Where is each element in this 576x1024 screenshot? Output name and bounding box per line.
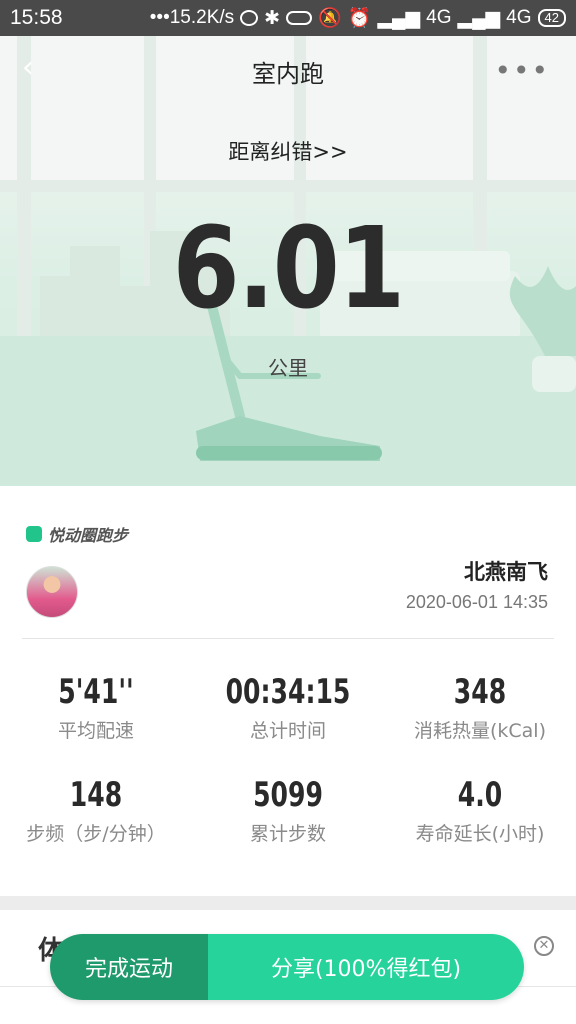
status-time: 15:58 <box>10 6 63 29</box>
stat-label: 累计步数 <box>249 823 326 845</box>
nav-bar: ‹ 室内跑 ••• <box>0 36 576 100</box>
stat-steps: 5099 累计步数 <box>192 775 384 846</box>
stat-value: 348 <box>453 672 507 712</box>
stat-cadence: 148 步频（步/分钟） <box>0 775 192 846</box>
stat-value: 148 <box>69 775 123 815</box>
signal-label-1: 4G <box>426 7 452 28</box>
signal-icon: ▂▄▆ <box>377 7 421 29</box>
summary-card: 悦动圈跑步 北燕南飞 2020-06-01 14:35 5'41'' 平均配速 … <box>0 486 576 896</box>
stat-avg-pace: 5'41'' 平均配速 <box>0 672 192 743</box>
brand-icon <box>26 526 42 542</box>
stat-value: 4.0 <box>457 775 503 815</box>
stat-value: 00:34:15 <box>225 672 351 712</box>
stat-label: 消耗热量(kCal) <box>413 720 547 742</box>
distance-value: 6.01 <box>172 204 405 334</box>
page-title: 室内跑 <box>252 60 324 88</box>
network-speed: •••15.2K/s <box>149 7 235 28</box>
brand-name: 悦动圈跑步 <box>48 526 129 545</box>
stat-value: 5'41'' <box>58 672 134 712</box>
avatar[interactable] <box>26 566 78 618</box>
workout-datetime: 2020-06-01 14:35 <box>405 592 548 612</box>
distance-unit: 公里 <box>268 356 308 380</box>
signal-label-2: 4G <box>506 7 532 28</box>
action-bar: 完成运动 分享(100%得红包) <box>50 934 524 1000</box>
battery-icon: 42 <box>537 9 566 27</box>
stat-value: 5099 <box>253 775 323 815</box>
more-dots-icon[interactable]: ••• <box>494 54 550 87</box>
stat-label: 总计时间 <box>249 720 326 742</box>
divider <box>22 638 554 639</box>
stat-life-extension: 4.0 寿命延长(小时) <box>384 775 576 846</box>
status-bar: 15:58 •••15.2K/s ✱ 🔕 ⏰ ▂▄▆ 4G ▂▄▆ 4G 42 <box>0 0 576 36</box>
hero-banner: ‹ 室内跑 ••• 距离纠错>> 6.01 公里 <box>0 36 576 486</box>
hotspot-icon <box>240 10 259 26</box>
stat-label: 平均配速 <box>57 720 134 742</box>
stat-calories: 348 消耗热量(kCal) <box>384 672 576 743</box>
finish-workout-button[interactable]: 完成运动 <box>50 934 208 1000</box>
alarm-icon: ⏰ <box>347 8 372 29</box>
close-icon[interactable]: ✕ <box>534 936 554 956</box>
stat-total-time: 00:34:15 总计时间 <box>192 672 384 743</box>
bluetooth-icon: ✱ <box>264 7 281 29</box>
mute-icon: 🔕 <box>318 8 342 29</box>
brand-logo: 悦动圈跑步 <box>26 522 128 546</box>
user-name: 北燕南飞 <box>464 560 548 584</box>
distance-correction-link[interactable]: 距离纠错>> <box>0 136 576 166</box>
status-icons: •••15.2K/s ✱ 🔕 ⏰ ▂▄▆ 4G ▂▄▆ 4G 42 <box>150 6 566 30</box>
stat-label: 寿命延长(小时) <box>415 823 545 845</box>
signal-icon-2: ▂▄▆ <box>457 7 501 29</box>
stat-label: 步频（步/分钟） <box>26 823 166 845</box>
vibrate-icon <box>286 11 313 25</box>
share-button[interactable]: 分享(100%得红包) <box>208 934 524 1000</box>
